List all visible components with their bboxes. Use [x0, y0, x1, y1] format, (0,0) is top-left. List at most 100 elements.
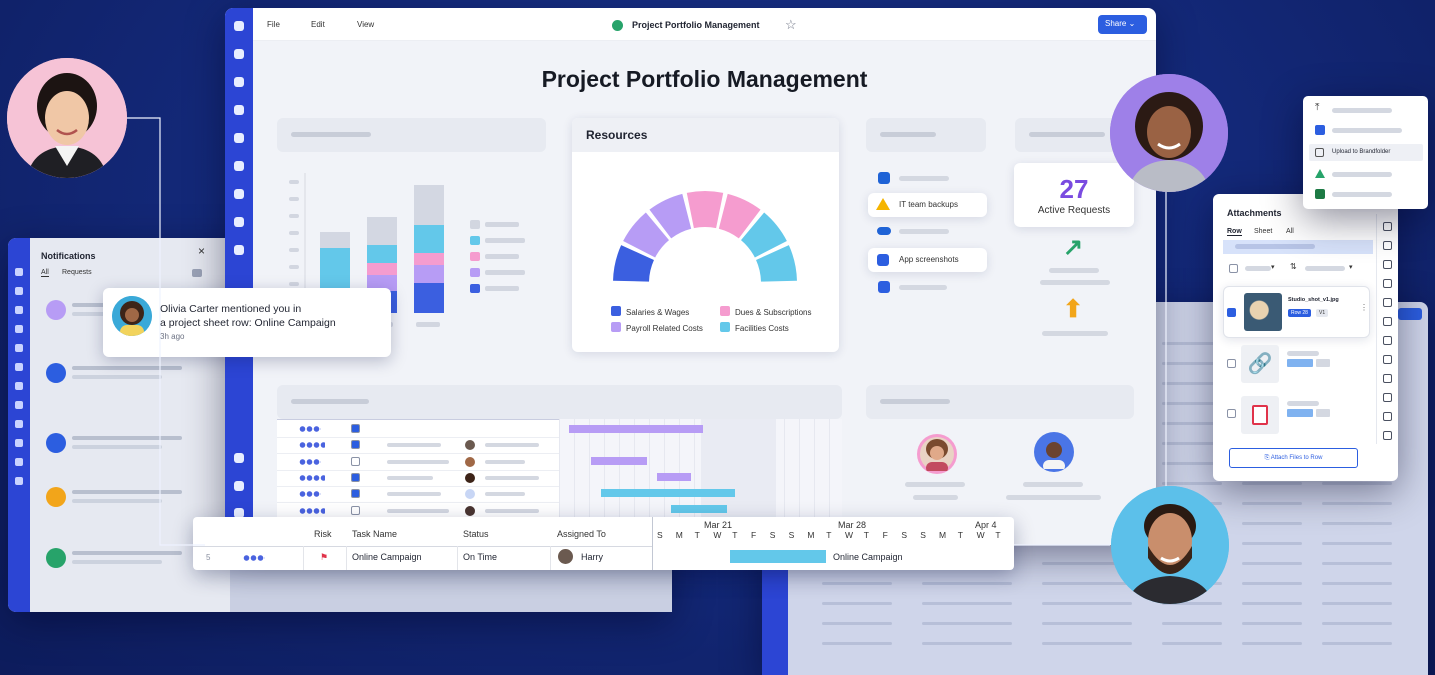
- tab-all-attachments[interactable]: All: [1286, 228, 1294, 235]
- gantt-day-label: T: [957, 530, 963, 540]
- gantt-day-label: M: [807, 530, 815, 540]
- gantt-day-label: W: [845, 530, 854, 540]
- gantt-day-label: S: [657, 530, 663, 540]
- sidebar-nav-icon[interactable]: [234, 217, 244, 227]
- excel-icon[interactable]: [1315, 189, 1325, 199]
- attachment-file-name: Studio_shot_v1.jpg: [1288, 297, 1339, 303]
- pdf-icon: [1241, 396, 1279, 434]
- resources-donut-chart: [613, 191, 797, 282]
- sidebar-nav-icon[interactable]: [234, 105, 244, 115]
- gantt-row-highlight: Risk Task Name Status Assigned To 5 ⚑ On…: [193, 517, 1014, 570]
- gantt-day-label: T: [694, 530, 700, 540]
- image-thumbnail: [1244, 293, 1282, 331]
- avatar-woman-glasses: [917, 434, 957, 474]
- menu-file[interactable]: File: [267, 20, 280, 29]
- sidebar-nav-icon[interactable]: [234, 49, 244, 59]
- word-icon: [878, 281, 890, 293]
- tool-rail-icon: [1383, 260, 1392, 269]
- risk-flag-icon: ⚑: [320, 552, 329, 562]
- active-requests-label: Active Requests: [1037, 205, 1111, 216]
- share-button[interactable]: Share ⌄: [1098, 15, 1147, 34]
- dropbox-icon[interactable]: [1315, 125, 1325, 135]
- resources-title: Resources: [586, 128, 648, 142]
- sidebar-nav-icon[interactable]: [234, 453, 244, 463]
- left-nav-sidebar: [225, 8, 253, 545]
- gantt-day-label: S: [920, 530, 926, 540]
- link-it-team-backups[interactable]: IT team backups: [868, 193, 987, 217]
- sidebar-nav-icon[interactable]: [234, 77, 244, 87]
- version-badge: V1: [1316, 309, 1329, 317]
- menu-view[interactable]: View: [357, 20, 374, 29]
- status-cell[interactable]: On Time: [463, 552, 497, 562]
- gantt-day-label: S: [788, 530, 795, 540]
- attachments-title: Attachments: [1227, 208, 1282, 218]
- task-name-cell[interactable]: Online Campaign: [352, 552, 422, 562]
- share-label: Share: [1105, 19, 1127, 28]
- upload-to-brandfolder-item[interactable]: Upload to Brandfolder: [1309, 144, 1423, 161]
- menu-edit[interactable]: Edit: [311, 20, 325, 29]
- gantt-day-label: W: [976, 530, 985, 540]
- avatar-man-blue: [1111, 486, 1229, 604]
- row-badge: Row 28: [1288, 309, 1311, 317]
- stacked-bar-segment: [414, 225, 444, 253]
- gantt-day-label: T: [863, 530, 869, 540]
- olivia-carter-avatar: [112, 296, 152, 336]
- col-header-assigned-to: Assigned To: [557, 529, 606, 539]
- avatar-man-glasses: [1034, 432, 1074, 472]
- main-window: File Edit View Project Portfolio Managem…: [225, 8, 1156, 545]
- google-drive-upload-icon[interactable]: [1315, 169, 1325, 178]
- week-apr-4: Apr 4: [975, 520, 997, 530]
- gantt-day-label: W: [713, 530, 722, 540]
- attach-files-button[interactable]: ⎘ Attach Files to Row: [1229, 448, 1358, 468]
- tab-sheet[interactable]: Sheet: [1254, 228, 1272, 235]
- link-icon: 🔗: [1241, 345, 1279, 383]
- sidebar-nav-icon[interactable]: [234, 189, 244, 199]
- active-requests-count: 27: [1059, 174, 1089, 204]
- stacked-bar-segment: [414, 283, 444, 313]
- gantt-day-label: T: [732, 530, 738, 540]
- select-all-checkbox[interactable]: [1229, 264, 1238, 273]
- legend-facilities: Facilities Costs: [720, 322, 789, 333]
- trend-up-arrow-icon: ⬆: [1063, 296, 1084, 323]
- gantt-bar: [601, 489, 735, 497]
- attachment-file-card[interactable]: Studio_shot_v1.jpg Row 28 V1 ⋮: [1223, 286, 1370, 338]
- gantt-day-label: F: [882, 530, 888, 540]
- upload-arrow-icon[interactable]: ⤒: [1315, 102, 1319, 113]
- sidebar-nav-icon[interactable]: [234, 481, 244, 491]
- sidebar-nav-icon[interactable]: [234, 133, 244, 143]
- col-header-task-name: Task Name: [352, 529, 398, 539]
- gantt-bar: [671, 505, 727, 513]
- legend-salaries: Salaries & Wages: [611, 306, 689, 317]
- trello-icon: [878, 172, 890, 184]
- upload-menu: ⤒ Upload to Brandfolder: [1303, 96, 1428, 209]
- tool-rail-icon: [1383, 393, 1392, 402]
- star-icon[interactable]: ☆: [785, 17, 797, 33]
- sort-icon[interactable]: ⇅: [1290, 262, 1297, 271]
- assigned-to-cell[interactable]: Harry: [581, 552, 603, 562]
- sidebar-nav-icon[interactable]: [234, 245, 244, 255]
- gantt-task-bar[interactable]: [730, 550, 826, 563]
- resources-widget: Resources Salaries & Wages Dues & Subscr…: [572, 118, 839, 352]
- tool-rail-icon: [1383, 279, 1392, 288]
- sheet-status-icon: [612, 20, 623, 31]
- link-app-screenshots[interactable]: App screenshots: [868, 248, 987, 272]
- more-options-icon[interactable]: ⋮: [1360, 303, 1368, 312]
- tab-row[interactable]: Row: [1227, 228, 1242, 236]
- sidebar-nav-icon[interactable]: [234, 21, 244, 31]
- google-drive-icon: [876, 198, 890, 210]
- sidebar-nav-icon[interactable]: [234, 161, 244, 171]
- mention-notification-toast[interactable]: Olivia Carter mentioned you in a project…: [103, 288, 391, 357]
- tool-rail-icon: [1383, 374, 1392, 383]
- attachment-checkbox-1[interactable]: [1227, 308, 1236, 317]
- gantt-day-label: T: [826, 530, 832, 540]
- onedrive-icon: [877, 227, 891, 235]
- stacked-bar-segment: [414, 253, 444, 265]
- tool-rail-icon: [1383, 241, 1392, 250]
- attachment-checkbox-2[interactable]: [1227, 359, 1236, 368]
- toast-time: 3h ago: [160, 332, 185, 341]
- stacked-bar-segment: [367, 217, 397, 245]
- dashboard-title: Project Portfolio Management: [541, 66, 868, 92]
- attachment-checkbox-3[interactable]: [1227, 409, 1236, 418]
- trend-up-right-arrow-icon: ↗: [1063, 234, 1084, 261]
- row-action-icons[interactable]: [243, 555, 265, 561]
